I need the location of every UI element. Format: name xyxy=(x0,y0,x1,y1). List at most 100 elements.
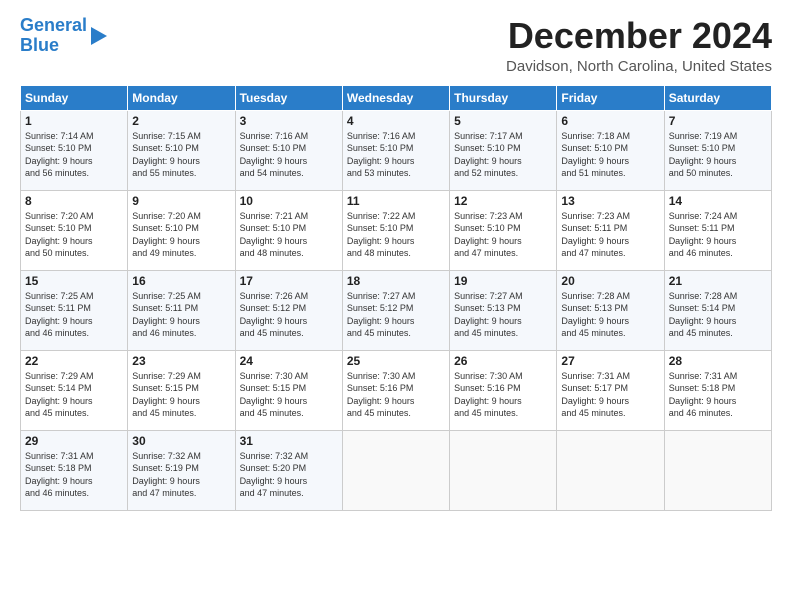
day-number: 23 xyxy=(132,354,230,368)
day-cell: 12 Sunrise: 7:23 AM Sunset: 5:10 PM Dayli… xyxy=(450,190,557,270)
day-info: Sunrise: 7:26 AM Sunset: 5:12 PM Dayligh… xyxy=(240,290,338,340)
day-cell: 29 Sunrise: 7:31 AM Sunset: 5:18 PM Dayli… xyxy=(21,430,128,510)
day-info: Sunrise: 7:21 AM Sunset: 5:10 PM Dayligh… xyxy=(240,210,338,260)
day-number: 25 xyxy=(347,354,445,368)
day-number: 7 xyxy=(669,114,767,128)
day-info: Sunrise: 7:31 AM Sunset: 5:18 PM Dayligh… xyxy=(25,450,123,500)
day-info: Sunrise: 7:23 AM Sunset: 5:10 PM Dayligh… xyxy=(454,210,552,260)
day-info: Sunrise: 7:19 AM Sunset: 5:10 PM Dayligh… xyxy=(669,130,767,180)
week-row-5: 29 Sunrise: 7:31 AM Sunset: 5:18 PM Dayli… xyxy=(21,430,772,510)
day-number: 3 xyxy=(240,114,338,128)
day-cell: 23 Sunrise: 7:29 AM Sunset: 5:15 PM Dayli… xyxy=(128,350,235,430)
day-number: 11 xyxy=(347,194,445,208)
day-number: 29 xyxy=(25,434,123,448)
day-number: 12 xyxy=(454,194,552,208)
day-info: Sunrise: 7:25 AM Sunset: 5:11 PM Dayligh… xyxy=(25,290,123,340)
day-number: 15 xyxy=(25,274,123,288)
day-cell: 19 Sunrise: 7:27 AM Sunset: 5:13 PM Dayli… xyxy=(450,270,557,350)
day-info: Sunrise: 7:30 AM Sunset: 5:16 PM Dayligh… xyxy=(347,370,445,420)
day-cell xyxy=(450,430,557,510)
day-cell: 3 Sunrise: 7:16 AM Sunset: 5:10 PM Daylig… xyxy=(235,110,342,190)
title-block: December 2024 Davidson, North Carolina, … xyxy=(506,16,772,75)
day-cell: 22 Sunrise: 7:29 AM Sunset: 5:14 PM Dayli… xyxy=(21,350,128,430)
day-info: Sunrise: 7:23 AM Sunset: 5:11 PM Dayligh… xyxy=(561,210,659,260)
day-info: Sunrise: 7:20 AM Sunset: 5:10 PM Dayligh… xyxy=(132,210,230,260)
header: General Blue December 2024 Davidson, Nor… xyxy=(20,16,772,75)
day-info: Sunrise: 7:31 AM Sunset: 5:18 PM Dayligh… xyxy=(669,370,767,420)
day-info: Sunrise: 7:30 AM Sunset: 5:16 PM Dayligh… xyxy=(454,370,552,420)
day-cell: 17 Sunrise: 7:26 AM Sunset: 5:12 PM Dayli… xyxy=(235,270,342,350)
day-number: 5 xyxy=(454,114,552,128)
day-info: Sunrise: 7:30 AM Sunset: 5:15 PM Dayligh… xyxy=(240,370,338,420)
day-cell: 31 Sunrise: 7:32 AM Sunset: 5:20 PM Dayli… xyxy=(235,430,342,510)
day-number: 21 xyxy=(669,274,767,288)
day-info: Sunrise: 7:17 AM Sunset: 5:10 PM Dayligh… xyxy=(454,130,552,180)
calendar-body: 1 Sunrise: 7:14 AM Sunset: 5:10 PM Daylig… xyxy=(21,110,772,510)
day-cell: 25 Sunrise: 7:30 AM Sunset: 5:16 PM Dayli… xyxy=(342,350,449,430)
day-cell xyxy=(557,430,664,510)
day-cell: 26 Sunrise: 7:30 AM Sunset: 5:16 PM Dayli… xyxy=(450,350,557,430)
col-monday: Monday xyxy=(128,85,235,110)
week-row-3: 15 Sunrise: 7:25 AM Sunset: 5:11 PM Dayli… xyxy=(21,270,772,350)
day-number: 17 xyxy=(240,274,338,288)
day-cell: 9 Sunrise: 7:20 AM Sunset: 5:10 PM Daylig… xyxy=(128,190,235,270)
day-info: Sunrise: 7:14 AM Sunset: 5:10 PM Dayligh… xyxy=(25,130,123,180)
header-row: Sunday Monday Tuesday Wednesday Thursday… xyxy=(21,85,772,110)
day-number: 10 xyxy=(240,194,338,208)
day-info: Sunrise: 7:16 AM Sunset: 5:10 PM Dayligh… xyxy=(347,130,445,180)
day-info: Sunrise: 7:25 AM Sunset: 5:11 PM Dayligh… xyxy=(132,290,230,340)
col-saturday: Saturday xyxy=(664,85,771,110)
day-number: 6 xyxy=(561,114,659,128)
day-number: 19 xyxy=(454,274,552,288)
day-cell: 6 Sunrise: 7:18 AM Sunset: 5:10 PM Daylig… xyxy=(557,110,664,190)
day-number: 8 xyxy=(25,194,123,208)
day-info: Sunrise: 7:28 AM Sunset: 5:14 PM Dayligh… xyxy=(669,290,767,340)
day-number: 22 xyxy=(25,354,123,368)
day-number: 1 xyxy=(25,114,123,128)
day-info: Sunrise: 7:29 AM Sunset: 5:14 PM Dayligh… xyxy=(25,370,123,420)
calendar-table: Sunday Monday Tuesday Wednesday Thursday… xyxy=(20,85,772,511)
day-info: Sunrise: 7:32 AM Sunset: 5:20 PM Dayligh… xyxy=(240,450,338,500)
day-info: Sunrise: 7:28 AM Sunset: 5:13 PM Dayligh… xyxy=(561,290,659,340)
day-cell: 18Sunrise: 7:27 AM Sunset: 5:12 PM Dayli… xyxy=(342,270,449,350)
day-number: 2 xyxy=(132,114,230,128)
day-number: 26 xyxy=(454,354,552,368)
col-tuesday: Tuesday xyxy=(235,85,342,110)
day-info: Sunrise: 7:22 AM Sunset: 5:10 PM Dayligh… xyxy=(347,210,445,260)
day-info: Sunrise: 7:16 AM Sunset: 5:10 PM Dayligh… xyxy=(240,130,338,180)
col-wednesday: Wednesday xyxy=(342,85,449,110)
day-cell: 7 Sunrise: 7:19 AM Sunset: 5:10 PM Daylig… xyxy=(664,110,771,190)
day-number: 16 xyxy=(132,274,230,288)
day-cell: 30Sunrise: 7:32 AM Sunset: 5:19 PM Dayli… xyxy=(128,430,235,510)
day-info: Sunrise: 7:31 AM Sunset: 5:17 PM Dayligh… xyxy=(561,370,659,420)
day-number: 9 xyxy=(132,194,230,208)
day-cell: 4 Sunrise: 7:16 AM Sunset: 5:10 PM Daylig… xyxy=(342,110,449,190)
day-info: Sunrise: 7:20 AM Sunset: 5:10 PM Dayligh… xyxy=(25,210,123,260)
logo-text: General Blue xyxy=(20,16,87,56)
month-title: December 2024 xyxy=(506,16,772,56)
day-info: Sunrise: 7:27 AM Sunset: 5:12 PM Dayligh… xyxy=(347,290,445,340)
day-cell: 13Sunrise: 7:23 AM Sunset: 5:11 PM Dayli… xyxy=(557,190,664,270)
day-cell: 10 Sunrise: 7:21 AM Sunset: 5:10 PM Dayli… xyxy=(235,190,342,270)
logo: General Blue xyxy=(20,16,107,56)
day-cell xyxy=(342,430,449,510)
day-number: 24 xyxy=(240,354,338,368)
day-cell: 1 Sunrise: 7:14 AM Sunset: 5:10 PM Daylig… xyxy=(21,110,128,190)
day-info: Sunrise: 7:15 AM Sunset: 5:10 PM Dayligh… xyxy=(132,130,230,180)
day-cell xyxy=(664,430,771,510)
day-cell: 8 Sunrise: 7:20 AM Sunset: 5:10 PM Daylig… xyxy=(21,190,128,270)
calendar-header: Sunday Monday Tuesday Wednesday Thursday… xyxy=(21,85,772,110)
day-number: 14 xyxy=(669,194,767,208)
day-cell: 21 Sunrise: 7:28 AM Sunset: 5:14 PM Dayli… xyxy=(664,270,771,350)
day-number: 4 xyxy=(347,114,445,128)
day-cell: 2 Sunrise: 7:15 AM Sunset: 5:10 PM Daylig… xyxy=(128,110,235,190)
day-info: Sunrise: 7:27 AM Sunset: 5:13 PM Dayligh… xyxy=(454,290,552,340)
day-info: Sunrise: 7:32 AM Sunset: 5:19 PM Dayligh… xyxy=(132,450,230,500)
logo-arrow-icon xyxy=(91,27,107,45)
col-friday: Friday xyxy=(557,85,664,110)
day-number: 31 xyxy=(240,434,338,448)
day-cell: 20Sunrise: 7:28 AM Sunset: 5:13 PM Dayli… xyxy=(557,270,664,350)
col-sunday: Sunday xyxy=(21,85,128,110)
day-info: Sunrise: 7:18 AM Sunset: 5:10 PM Dayligh… xyxy=(561,130,659,180)
day-info: Sunrise: 7:29 AM Sunset: 5:15 PM Dayligh… xyxy=(132,370,230,420)
